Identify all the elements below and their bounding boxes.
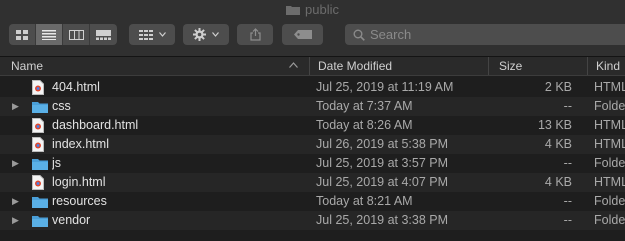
disclosure-triangle-icon[interactable]: ▶ [12, 97, 22, 116]
file-kind: HTML [594, 80, 625, 94]
search-icon [353, 29, 365, 41]
disclosure-placeholder [12, 135, 22, 154]
file-name: 404.html [52, 80, 100, 94]
folder-icon [32, 213, 48, 229]
disclosure-triangle-icon[interactable]: ▶ [12, 154, 22, 173]
file-date: Jul 25, 2019 at 4:07 PM [316, 175, 449, 189]
file-name: css [52, 99, 71, 113]
finder-window: public Search Name Date Modified Size Ki… [0, 0, 625, 241]
folder-row[interactable]: ▶ js Jul 25, 2019 at 3:57 PM -- Folder [0, 154, 625, 173]
list-view-icon [42, 29, 56, 40]
list-view-button[interactable] [36, 24, 63, 45]
file-kind: HTML [594, 137, 625, 151]
file-date: Today at 7:37 AM [316, 99, 413, 113]
disclosure-placeholder [12, 116, 22, 135]
file-name: login.html [52, 175, 106, 189]
kind-column-header[interactable]: Kind [587, 57, 625, 75]
file-size: -- [563, 194, 572, 208]
html-file-icon [32, 137, 48, 153]
file-kind: HTML [594, 175, 625, 189]
icon-view-icon [15, 29, 28, 40]
file-date: Today at 8:26 AM [316, 118, 413, 132]
file-date: Jul 25, 2019 at 11:19 AM [316, 80, 454, 94]
share-icon [249, 28, 261, 41]
file-name: index.html [52, 137, 109, 151]
date-column-label: Date Modified [318, 59, 393, 73]
tags-button[interactable] [282, 24, 323, 45]
file-date: Jul 25, 2019 at 3:38 PM [316, 213, 449, 227]
gallery-view-button[interactable] [90, 24, 117, 45]
window-title: public [0, 2, 625, 17]
file-kind: Folder [594, 156, 625, 170]
file-name: resources [52, 194, 107, 208]
folder-row[interactable]: ▶ vendor Jul 25, 2019 at 3:38 PM -- Fold… [0, 211, 625, 230]
window-title-label: public [305, 2, 339, 17]
kind-column-label: Kind [596, 59, 621, 73]
html-file-icon [32, 118, 48, 134]
date-modified-column-header[interactable]: Date Modified [309, 57, 488, 75]
icon-view-button[interactable] [9, 24, 36, 45]
file-size: 13 KB [537, 118, 572, 132]
file-kind: Folder [594, 213, 625, 227]
file-size: 4 KB [544, 137, 572, 151]
folder-row[interactable]: ▶ resources Today at 8:21 AM -- Folder [0, 192, 625, 211]
file-size: -- [563, 99, 572, 113]
column-view-icon [68, 29, 84, 40]
share-button[interactable] [237, 24, 273, 45]
chevron-down-icon [158, 32, 166, 37]
column-view-button[interactable] [63, 24, 90, 45]
file-kind: Folder [594, 194, 625, 208]
action-menu-button[interactable] [183, 24, 229, 45]
tag-icon [293, 30, 312, 39]
file-date: Today at 8:21 AM [316, 194, 413, 208]
file-size: -- [563, 156, 572, 170]
file-list: 404.html Jul 25, 2019 at 11:19 AM 2 KB H… [0, 78, 625, 230]
folder-icon [286, 5, 301, 15]
sort-ascending-icon [289, 62, 298, 68]
view-switcher [9, 24, 117, 45]
file-name: js [52, 156, 62, 170]
group-by-button[interactable] [129, 24, 175, 45]
search-field[interactable]: Search [345, 24, 625, 45]
gear-icon [193, 28, 206, 41]
disclosure-placeholder [12, 173, 22, 192]
size-column-label: Size [499, 59, 523, 73]
file-date: Jul 25, 2019 at 3:57 PM [316, 156, 449, 170]
file-row[interactable]: dashboard.html Today at 8:26 AM 13 KB HT… [0, 116, 625, 135]
html-file-icon [32, 175, 48, 191]
file-row[interactable]: login.html Jul 25, 2019 at 4:07 PM 4 KB … [0, 173, 625, 192]
folder-icon [32, 194, 48, 210]
file-size: 2 KB [544, 80, 572, 94]
file-name: vendor [52, 213, 91, 227]
file-row[interactable]: index.html Jul 26, 2019 at 5:38 PM 4 KB … [0, 135, 625, 154]
toolbar: public Search [0, 0, 625, 57]
disclosure-triangle-icon[interactable]: ▶ [12, 192, 22, 211]
grid-icon [138, 29, 153, 40]
html-file-icon [32, 80, 48, 96]
size-column-header[interactable]: Size [488, 57, 587, 75]
search-placeholder: Search [370, 27, 412, 42]
chevron-down-icon [212, 32, 219, 37]
file-size: 4 KB [544, 175, 572, 189]
disclosure-placeholder [12, 78, 22, 97]
file-kind: HTML [594, 118, 625, 132]
folder-icon [32, 156, 48, 172]
disclosure-triangle-icon[interactable]: ▶ [12, 211, 22, 230]
folder-row[interactable]: ▶ css Today at 7:37 AM -- Folder [0, 97, 625, 116]
file-size: -- [563, 213, 572, 227]
file-row[interactable]: 404.html Jul 25, 2019 at 11:19 AM 2 KB H… [0, 78, 625, 97]
file-date: Jul 26, 2019 at 5:38 PM [316, 137, 449, 151]
folder-icon [32, 99, 48, 115]
column-header: Name Date Modified Size Kind [0, 57, 625, 76]
gallery-view-icon [96, 29, 111, 40]
name-column-label: Name [11, 59, 44, 73]
name-column-header[interactable]: Name [0, 57, 309, 75]
file-kind: Folder [594, 99, 625, 113]
file-name: dashboard.html [52, 118, 139, 132]
